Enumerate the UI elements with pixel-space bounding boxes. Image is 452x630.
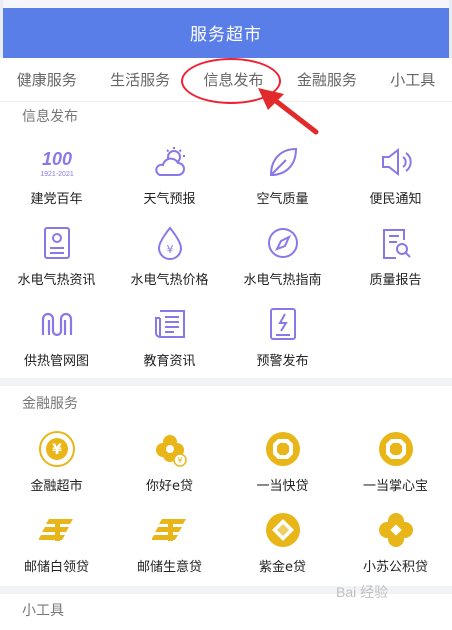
- watermark: Bai 经验: [336, 584, 389, 600]
- gem-coin-icon: [263, 510, 303, 550]
- leaf-icon: [263, 142, 303, 182]
- news-icon: [150, 304, 190, 344]
- octagon-coin-icon: [263, 429, 303, 469]
- service-finance-market[interactable]: ¥ 金融超市: [0, 423, 113, 504]
- info-grid: 100 1921-2021 建党百年 天气预报 空气质量 便民通知 水电气热资讯…: [0, 136, 452, 379]
- tab-tools[interactable]: 小工具: [384, 69, 441, 90]
- svg-text:¥: ¥: [177, 456, 182, 465]
- service-zijin-eloan[interactable]: 紫金e贷: [226, 504, 339, 585]
- pipe-network-icon: [37, 304, 77, 344]
- postal-logo-icon: [37, 510, 77, 550]
- finance-grid: ¥ 金融超市 ¥ 你好e贷 一当快贷 一当掌心宝 邮储白领贷 邮储生意贷 紫金e…: [0, 423, 452, 585]
- service-label: 一当掌心宝: [362, 479, 428, 494]
- service-label: 邮储生意贷: [136, 560, 202, 575]
- svg-text:100: 100: [41, 149, 71, 169]
- service-utility-price[interactable]: ¥ 水电气热价格: [113, 217, 226, 298]
- section-title-finance: 金融服务: [22, 396, 78, 412]
- service-xiaosu-fund-loan[interactable]: 小苏公积贷: [339, 504, 452, 585]
- service-education[interactable]: 教育资讯: [113, 298, 226, 379]
- service-utility-news[interactable]: 水电气热资讯: [0, 217, 113, 298]
- svg-text:1921-2021: 1921-2021: [40, 171, 74, 178]
- compass-icon: [263, 223, 303, 263]
- service-label: 水电气热指南: [243, 273, 322, 288]
- report-search-icon: [376, 223, 416, 263]
- document-icon: [37, 223, 77, 263]
- service-notice[interactable]: 便民通知: [339, 136, 452, 217]
- svg-text:¥: ¥: [52, 442, 62, 458]
- service-postal-whitecollar-loan[interactable]: 邮储白领贷: [0, 504, 113, 585]
- postal-logo-icon: [150, 510, 190, 550]
- service-utility-guide[interactable]: 水电气热指南: [226, 217, 339, 298]
- service-label: 供热管网图: [23, 354, 89, 369]
- annotation-arrow-icon: [258, 88, 319, 135]
- service-party-centennial[interactable]: 100 1921-2021 建党百年: [0, 136, 113, 217]
- party-centennial-icon: 100 1921-2021: [37, 142, 77, 182]
- service-label: 你好e贷: [146, 479, 193, 494]
- service-label: 邮储白领贷: [23, 560, 89, 575]
- tab-health[interactable]: 健康服务: [11, 69, 83, 90]
- service-weather[interactable]: 天气预报: [113, 136, 226, 217]
- service-nihao-eloan[interactable]: ¥ 你好e贷: [113, 423, 226, 504]
- service-label: 便民通知: [369, 192, 422, 207]
- service-label: 建党百年: [30, 192, 83, 207]
- service-label: 空气质量: [256, 192, 309, 207]
- service-label: 预警发布: [256, 354, 309, 369]
- service-postal-business-loan[interactable]: 邮储生意贷: [113, 504, 226, 585]
- service-air-quality[interactable]: 空气质量: [226, 136, 339, 217]
- service-label: 天气预报: [143, 192, 196, 207]
- service-label: 紫金e贷: [259, 560, 306, 575]
- service-label: 金融超市: [30, 479, 83, 494]
- service-yidang-palm[interactable]: 一当掌心宝: [339, 423, 452, 504]
- service-label: 水电气热资讯: [17, 273, 96, 288]
- service-label: 质量报告: [369, 273, 422, 288]
- service-heating-map[interactable]: 供热管网图: [0, 298, 113, 379]
- weather-icon: [150, 142, 190, 182]
- svg-text:¥: ¥: [166, 243, 173, 256]
- service-warning[interactable]: 预警发布: [226, 298, 339, 379]
- header-bar: 服务超市: [0, 0, 452, 58]
- clover-coin-icon: [376, 510, 416, 550]
- yuan-coin-icon: ¥: [37, 429, 77, 469]
- section-title-info: 信息发布: [22, 109, 78, 125]
- service-quality-report[interactable]: 质量报告: [339, 217, 452, 298]
- section-title-tools: 小工具: [22, 603, 64, 619]
- service-label: 水电气热价格: [130, 273, 209, 288]
- service-label: 一当快贷: [256, 479, 309, 494]
- service-label: 教育资讯: [143, 354, 196, 369]
- warning-doc-icon: [263, 304, 303, 344]
- speaker-icon: [376, 142, 416, 182]
- price-drop-icon: ¥: [150, 223, 190, 263]
- service-label: 小苏公积贷: [362, 560, 428, 575]
- tab-life[interactable]: 生活服务: [104, 69, 176, 90]
- octagon-coin-icon: [376, 429, 416, 469]
- page-title: 服务超市: [190, 25, 262, 45]
- flower-coin-icon: ¥: [150, 429, 190, 469]
- service-yidang-quick-loan[interactable]: 一当快贷: [226, 423, 339, 504]
- section-divider: [0, 378, 452, 386]
